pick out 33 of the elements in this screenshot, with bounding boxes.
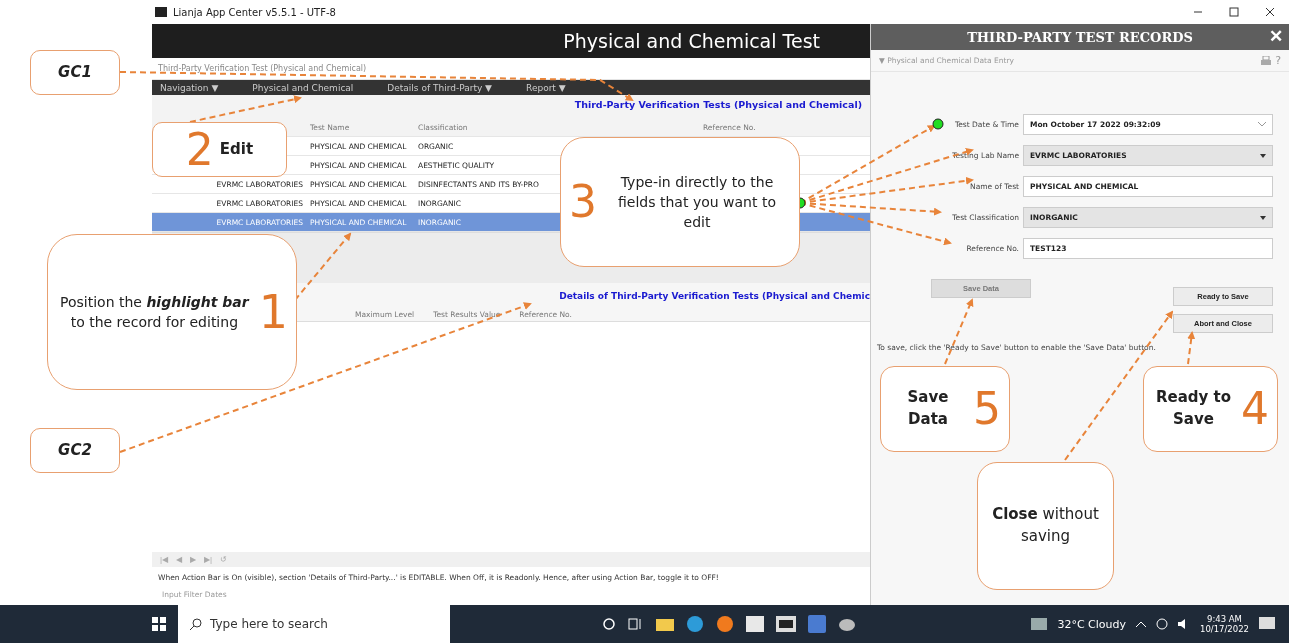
chevron-down-icon (1258, 122, 1266, 127)
clock[interactable]: 9:43 AM 10/17/2022 (1200, 614, 1249, 634)
callout-tag-text: GC2 (58, 439, 92, 461)
leader-arrow (1187, 331, 1196, 365)
close-icon[interactable] (1265, 7, 1275, 17)
search-field[interactable]: Type here to search (178, 605, 450, 643)
callout-text: Ready to Save (1154, 387, 1233, 430)
menu-item[interactable]: Details of Third-Party ▼ (387, 82, 493, 93)
panel-title: THIRD-PARTY TEST RECORDS (967, 29, 1193, 45)
callout-text: Save Data (906, 387, 950, 430)
menu-item[interactable]: Report ▼ (526, 82, 566, 93)
window-title: Lianja App Center v5.5.1 - UTF-8 (173, 6, 336, 18)
step-number: 5 (973, 387, 1001, 431)
network-icon[interactable] (1156, 618, 1168, 630)
callout-tag-text: GC1 (58, 61, 92, 83)
callout-text: Close without saving (991, 504, 1100, 547)
folder-icon[interactable] (656, 617, 674, 631)
circle-icon[interactable] (602, 617, 616, 631)
weather-text[interactable]: 32°C Cloudy (1057, 617, 1126, 631)
menu-item[interactable]: Physical and Chemical (252, 82, 354, 93)
menu-item[interactable]: Navigation ▼ (160, 82, 219, 93)
windows-start-icon[interactable] (152, 617, 166, 631)
chevron-up-icon[interactable] (1136, 621, 1146, 627)
task-view-icon[interactable] (628, 617, 644, 631)
maximize-icon[interactable] (1229, 7, 1239, 17)
close-button[interactable]: ✕ (1269, 26, 1283, 47)
section-title: Third-Party Verification Tests (Physical and Chemical) (152, 95, 870, 118)
caret-down-icon (1260, 153, 1266, 158)
search-icon (190, 618, 202, 630)
step-number: 4 (1241, 387, 1269, 431)
anchor-dot (932, 118, 944, 130)
app-header: Physical and Chemical Test (152, 24, 870, 58)
caret-down-icon (1260, 215, 1266, 220)
